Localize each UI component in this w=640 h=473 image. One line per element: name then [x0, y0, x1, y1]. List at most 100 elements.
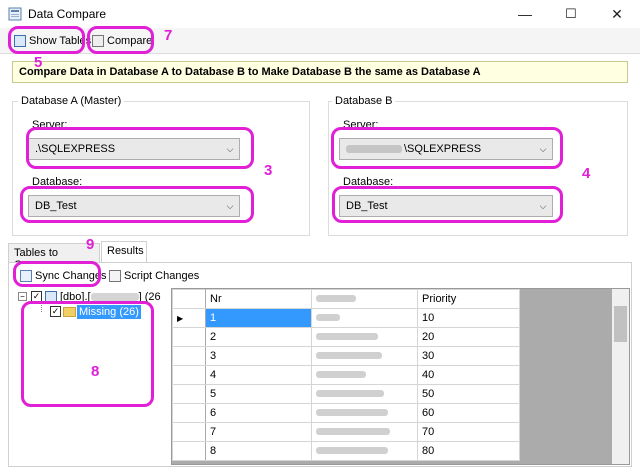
tree-missing-node[interactable]: Missing (26) [77, 305, 141, 319]
cell-nr[interactable]: 2 [205, 327, 312, 347]
cell-redacted[interactable] [311, 327, 418, 347]
column-header-priority[interactable]: Priority [417, 289, 520, 309]
redacted-table-name [90, 293, 139, 301]
missing-checkbox[interactable]: ✓ [50, 306, 61, 317]
cell-priority[interactable]: 70 [417, 422, 520, 442]
redacted-text [316, 447, 388, 454]
cell-priority[interactable]: 30 [417, 346, 520, 366]
title-bar: Data Compare — ☐ ✕ [0, 0, 640, 28]
tab-results[interactable]: Results [101, 241, 147, 263]
column-header-redacted[interactable] [311, 289, 418, 309]
redacted-server-name [346, 145, 402, 154]
server-b-label: Server: [343, 119, 379, 131]
results-table: Nr Priority ▶ 1 10 2 20 3 30 4 40 5 50 6 60 7 70 8 80 [172, 289, 520, 461]
annotation-number-4: 4 [582, 165, 591, 182]
tree-root-suffix: ] (26 [138, 291, 161, 303]
maximize-button[interactable]: ☐ [548, 0, 594, 28]
minimize-button[interactable]: — [502, 0, 548, 28]
redacted-text [316, 314, 340, 321]
table-row[interactable]: 4 40 [172, 365, 520, 385]
row-header[interactable] [172, 365, 206, 385]
cell-nr[interactable]: 1 [205, 308, 312, 328]
table-row[interactable]: 6 60 [172, 403, 520, 423]
sync-changes-label: Sync Changes [35, 270, 107, 282]
redacted-text [316, 333, 378, 340]
cell-priority[interactable]: 80 [417, 441, 520, 461]
scrollbar-thumb[interactable] [614, 306, 627, 342]
header-row: Nr Priority [172, 289, 520, 309]
table-row[interactable]: 5 50 [172, 384, 520, 404]
compare-icon [92, 35, 104, 47]
cell-priority[interactable]: 10 [417, 308, 520, 328]
table-icon [14, 35, 26, 47]
server-a-label: Server: [32, 119, 68, 131]
annotation-number-7: 7 [164, 27, 173, 44]
cell-redacted[interactable] [311, 346, 418, 366]
server-b-select[interactable]: \SQLEXPRESS ⌵ [339, 138, 553, 160]
redacted-text [316, 371, 366, 378]
tree-line [41, 302, 42, 312]
compare-button[interactable]: Compare [92, 31, 152, 51]
cell-redacted[interactable] [311, 441, 418, 461]
cell-nr[interactable]: 4 [205, 365, 312, 385]
database-b-value: DB_Test [346, 200, 388, 212]
cell-priority[interactable]: 40 [417, 365, 520, 385]
toolbar: Show Tables Compare [0, 28, 640, 54]
cell-nr[interactable]: 3 [205, 346, 312, 366]
cell-nr[interactable]: 7 [205, 422, 312, 442]
row-header[interactable]: ▶ [172, 308, 206, 328]
window-title: Data Compare [28, 7, 107, 21]
cell-redacted[interactable] [311, 365, 418, 385]
row-header[interactable] [172, 441, 206, 461]
cell-nr[interactable]: 5 [205, 384, 312, 404]
sync-icon [20, 270, 32, 282]
redacted-text [316, 409, 388, 416]
database-b-title: Database B [332, 95, 396, 107]
row-header[interactable] [172, 422, 206, 442]
chevron-down-icon: ⌵ [539, 200, 547, 211]
redacted-text [316, 390, 384, 397]
cell-priority[interactable]: 50 [417, 384, 520, 404]
database-a-select[interactable]: DB_Test ⌵ [28, 195, 240, 217]
cell-redacted[interactable] [311, 384, 418, 404]
cell-redacted[interactable] [311, 403, 418, 423]
database-b-select[interactable]: DB_Test ⌵ [339, 195, 553, 217]
cell-nr[interactable]: 6 [205, 403, 312, 423]
table-row[interactable]: 3 30 [172, 346, 520, 366]
chevron-down-icon: ⌵ [226, 200, 234, 211]
close-button[interactable]: ✕ [594, 0, 640, 28]
table-row[interactable]: 2 20 [172, 327, 520, 347]
redacted-column-name [316, 295, 356, 302]
app-icon [8, 7, 22, 21]
database-a-value: DB_Test [35, 200, 77, 212]
root-checkbox[interactable]: ✓ [31, 291, 42, 302]
tree-root-node[interactable]: [dbo].[ ] (26 [60, 291, 161, 303]
results-tree: − ✓ [dbo].[ ] (26 ✓ Missing (26) [14, 288, 166, 460]
annotation-number-8: 8 [91, 363, 100, 380]
collapse-icon[interactable]: − [18, 292, 27, 301]
database-a-title: Database A (Master) [18, 95, 125, 107]
cell-priority[interactable]: 60 [417, 403, 520, 423]
row-header[interactable] [172, 384, 206, 404]
row-header[interactable] [172, 346, 206, 366]
cell-redacted[interactable] [311, 422, 418, 442]
chevron-down-icon: ⌵ [539, 143, 547, 154]
tree-root-prefix: [dbo].[ [60, 291, 91, 303]
table-row[interactable]: 8 80 [172, 441, 520, 461]
row-header[interactable] [172, 327, 206, 347]
row-header[interactable] [172, 403, 206, 423]
column-header-nr[interactable]: Nr [205, 289, 312, 309]
cell-redacted[interactable] [311, 308, 418, 328]
script-changes-label: Script Changes [124, 270, 200, 282]
cell-nr[interactable]: 8 [205, 441, 312, 461]
script-changes-button[interactable]: Script Changes [109, 267, 199, 285]
table-row[interactable]: ▶ 1 10 [172, 308, 520, 328]
results-grid: Nr Priority ▶ 1 10 2 20 3 30 4 40 5 50 6 60 7 70 8 80 [171, 288, 630, 465]
show-tables-button[interactable]: Show Tables [14, 31, 91, 51]
sync-changes-button[interactable]: Sync Changes [20, 267, 107, 285]
server-a-select[interactable]: .\SQLEXPRESS ⌵ [28, 138, 240, 160]
cell-priority[interactable]: 20 [417, 327, 520, 347]
table-row[interactable]: 7 70 [172, 422, 520, 442]
annotation-number-3: 3 [264, 162, 273, 179]
script-icon [109, 270, 121, 282]
